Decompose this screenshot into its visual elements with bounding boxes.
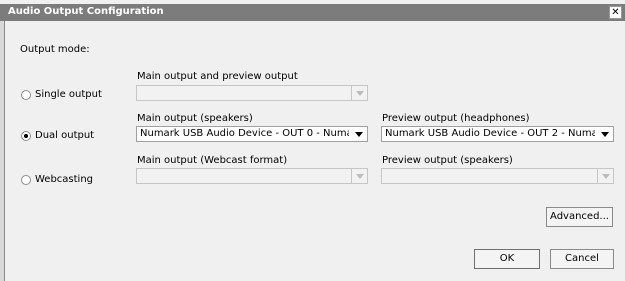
radio-dual-output[interactable]: Dual output bbox=[21, 130, 94, 141]
single-main-combo bbox=[136, 85, 368, 101]
radio-label: Dual output bbox=[35, 130, 95, 141]
radio-button[interactable] bbox=[21, 130, 31, 141]
webcast-main-label: Main output (Webcast format) bbox=[137, 155, 288, 166]
radio-single-output[interactable]: Single output bbox=[21, 89, 102, 100]
title-bar: Audio Output Configuration ✕ bbox=[0, 4, 625, 21]
combo-value: Numark USB Audio Device - OUT 2 - Numark… bbox=[385, 128, 595, 139]
close-icon[interactable]: ✕ bbox=[609, 6, 622, 19]
radio-label: Webcasting bbox=[35, 174, 94, 185]
dual-preview-label: Preview output (headphones) bbox=[382, 113, 530, 124]
dual-preview-combo[interactable]: Numark USB Audio Device - OUT 2 - Numark… bbox=[381, 126, 614, 142]
single-main-label: Main output and preview output bbox=[137, 71, 298, 82]
triangle-down-icon bbox=[597, 169, 613, 183]
dual-main-label: Main output (speakers) bbox=[137, 113, 253, 124]
window-border-line bbox=[4, 21, 5, 281]
triangle-down-icon[interactable] bbox=[597, 127, 613, 141]
webcast-preview-label: Preview output (speakers) bbox=[382, 155, 513, 166]
radio-webcasting[interactable]: Webcasting bbox=[21, 174, 93, 185]
output-mode-label: Output mode: bbox=[20, 44, 90, 55]
combo-value: Numark USB Audio Device - OUT 0 - Numark… bbox=[140, 128, 349, 139]
triangle-down-icon[interactable] bbox=[351, 127, 367, 141]
radio-button[interactable] bbox=[21, 89, 31, 100]
radio-button[interactable] bbox=[21, 174, 31, 185]
cancel-button[interactable]: Cancel bbox=[550, 249, 614, 269]
window-title: Audio Output Configuration bbox=[8, 6, 164, 17]
advanced-button[interactable]: Advanced... bbox=[546, 207, 613, 227]
radio-label: Single output bbox=[35, 89, 102, 100]
ok-button[interactable]: OK bbox=[474, 249, 540, 269]
audio-output-dialog: Audio Output Configuration ✕ Output mode… bbox=[0, 0, 625, 281]
triangle-down-icon bbox=[351, 86, 367, 100]
dual-main-combo[interactable]: Numark USB Audio Device - OUT 0 - Numark… bbox=[136, 126, 368, 142]
webcast-main-combo bbox=[136, 168, 368, 184]
triangle-down-icon bbox=[351, 169, 367, 183]
webcast-preview-combo bbox=[381, 168, 614, 184]
